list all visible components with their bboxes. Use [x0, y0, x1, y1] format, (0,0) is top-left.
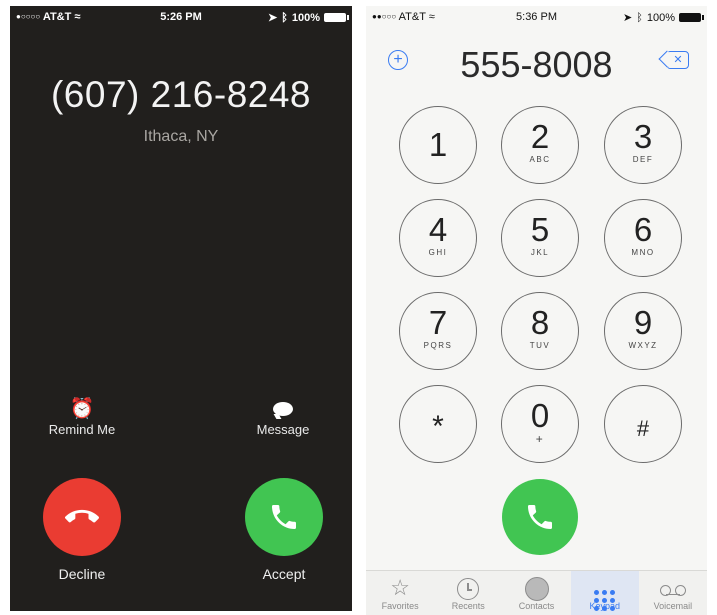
key-star[interactable]: *: [399, 385, 477, 463]
location-icon: ➤: [623, 12, 633, 24]
bluetooth-icon: ᛒ: [281, 11, 288, 24]
tab-label: Favorites: [381, 601, 419, 611]
hang-up-icon: [65, 509, 99, 523]
key-digit: 8: [530, 304, 550, 341]
alarm-clock-icon: ⏰: [69, 398, 95, 420]
key-digit: 4: [428, 211, 448, 248]
tab-recents[interactable]: Recents: [434, 571, 502, 615]
key-2[interactable]: 2 ABC: [501, 106, 579, 184]
key-digit: 0: [530, 397, 550, 434]
key-7[interactable]: 7 PQRS: [399, 292, 477, 370]
star-icon: ☆: [390, 575, 410, 600]
key-digit: 3: [633, 118, 653, 155]
decline-label: Decline: [58, 566, 106, 582]
caller-number: (607) 216-8248: [50, 74, 312, 115]
status-right: ➤ ᛒ 100%: [268, 11, 349, 24]
key-1[interactable]: 1: [399, 106, 477, 184]
decline-button[interactable]: [43, 478, 121, 556]
key-digit: 9: [633, 304, 653, 341]
contact-icon: [502, 575, 570, 603]
key-4[interactable]: 4 GHI: [399, 199, 477, 277]
tab-label: Voicemail: [653, 601, 693, 611]
tab-label: Contacts: [518, 601, 555, 611]
key-digit: 2: [530, 118, 550, 155]
accept-button[interactable]: [245, 478, 323, 556]
key-digit: *: [432, 410, 444, 443]
status-bar: ●○○○○ AT&T ≈ 5:26 PM ➤ ᛒ 100%: [10, 6, 352, 28]
key-9[interactable]: 9 WXYZ: [604, 292, 682, 370]
accept-label: Accept: [262, 566, 306, 582]
message-label: Message: [256, 422, 310, 437]
location-icon: ➤: [268, 12, 278, 24]
phone-icon: [272, 505, 296, 529]
key-letters: WXYZ: [628, 341, 658, 350]
phone-icon: [528, 505, 552, 529]
tab-bar: ☆ Favorites Recents Contacts Keypad Voic…: [366, 570, 707, 615]
clock-icon: [434, 575, 502, 603]
key-digit: 7: [428, 304, 448, 341]
key-8[interactable]: 8 TUV: [501, 292, 579, 370]
dialed-number: 555-8008: [460, 44, 613, 85]
message-button[interactable]: Message: [228, 396, 338, 437]
key-hash[interactable]: #: [604, 385, 682, 463]
keypad-icon: [571, 575, 639, 611]
tab-keypad[interactable]: Keypad: [570, 571, 639, 615]
tab-label: Keypad: [589, 601, 620, 611]
keypad-screen: ●●○○○ AT&T ≈ 5:36 PM ➤ ᛒ 100% + 555-8008…: [366, 6, 707, 615]
status-right: ➤ ᛒ 100%: [623, 11, 704, 24]
remind-me-button[interactable]: ⏰ Remind Me: [27, 396, 137, 437]
backspace-button[interactable]: ✕: [667, 51, 689, 69]
key-letters: DEF: [632, 155, 654, 164]
voicemail-icon: [639, 575, 707, 603]
key-digit: #: [636, 416, 650, 441]
battery-percent: 100%: [646, 11, 675, 24]
key-letters: PQRS: [423, 341, 453, 350]
tab-label: Recents: [451, 601, 485, 611]
plus-icon: +: [393, 51, 403, 68]
key-digit: 5: [530, 211, 550, 248]
delete-icon: ✕: [673, 54, 683, 66]
tab-favorites[interactable]: ☆ Favorites: [366, 571, 434, 615]
key-letters: +: [535, 432, 545, 446]
key-5[interactable]: 5 JKL: [501, 199, 579, 277]
key-3[interactable]: 3 DEF: [604, 106, 682, 184]
key-0[interactable]: 0 +: [501, 385, 579, 463]
tab-voicemail[interactable]: Voicemail: [639, 571, 707, 615]
battery-icon: [679, 13, 704, 22]
call-button[interactable]: [502, 479, 578, 555]
key-letters: JKL: [530, 248, 550, 257]
remind-me-label: Remind Me: [48, 422, 116, 437]
key-6[interactable]: 6 MNO: [604, 199, 682, 277]
status-bar: ●●○○○ AT&T ≈ 5:36 PM ➤ ᛒ 100%: [366, 6, 707, 28]
bluetooth-icon: ᛒ: [636, 11, 643, 24]
key-digit: 1: [428, 126, 448, 163]
key-letters: GHI: [428, 248, 448, 257]
incoming-call-screen: ●○○○○ AT&T ≈ 5:26 PM ➤ ᛒ 100% (607) 216-…: [10, 6, 352, 611]
message-bubble-icon: [228, 396, 338, 422]
battery-icon: [324, 13, 349, 22]
key-letters: MNO: [631, 248, 655, 257]
key-letters: TUV: [529, 341, 551, 350]
key-digit: 6: [633, 211, 653, 248]
caller-location: Ithaca, NY: [143, 128, 219, 145]
battery-percent: 100%: [291, 11, 320, 24]
tab-contacts[interactable]: Contacts: [502, 571, 570, 615]
add-contact-button[interactable]: +: [388, 50, 408, 70]
key-letters: ABC: [529, 155, 551, 164]
